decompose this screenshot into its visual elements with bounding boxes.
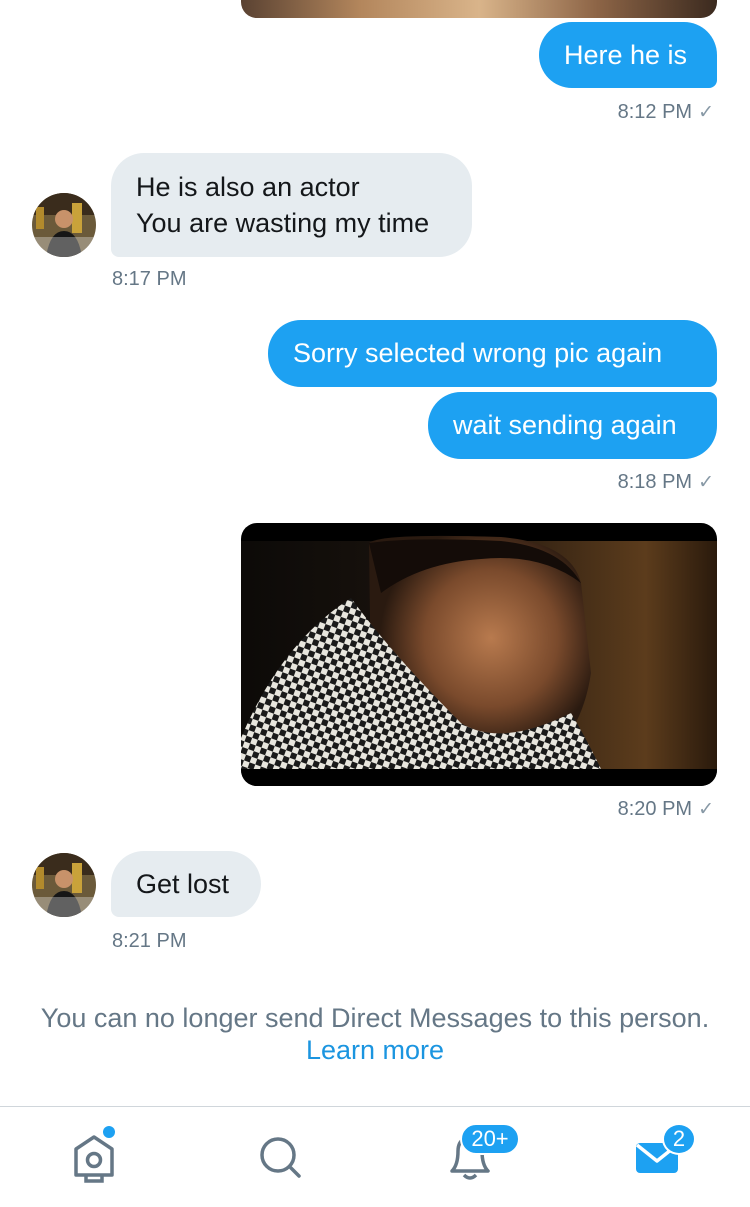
notifications-badge: 20+ (460, 1123, 520, 1155)
tab-home[interactable] (42, 1107, 142, 1207)
message-timestamp: 8:17 PM (112, 268, 187, 290)
message-text: Get lost (136, 869, 230, 899)
incoming-message-bubble[interactable]: He is also an actor You are wasting my t… (111, 153, 472, 257)
unread-dot (103, 1126, 115, 1138)
photo-message[interactable] (241, 523, 717, 786)
tab-search[interactable] (230, 1107, 330, 1207)
message-text: wait sending again (453, 410, 677, 440)
message-line: He is also an actor (136, 172, 360, 202)
sent-check-icon: ✓ (698, 799, 714, 820)
search-icon (260, 1137, 301, 1178)
outgoing-message-bubble[interactable]: Sorry selected wrong pic again (268, 320, 717, 387)
message-text: Here he is (564, 40, 688, 70)
previous-photo-message[interactable] (241, 0, 717, 18)
tab-notifications[interactable]: 20+ (418, 1107, 520, 1207)
home-icon (74, 1135, 114, 1183)
bottom-tab-bar: 20+ 2 (0, 1106, 750, 1207)
message-timestamp: 8:20 PM ✓ (617, 798, 714, 820)
incoming-message-bubble[interactable]: Get lost (111, 851, 261, 917)
avatar[interactable] (32, 193, 96, 257)
learn-more-link[interactable]: Learn more (0, 1034, 750, 1066)
message-timestamp: 8:21 PM (112, 930, 187, 952)
outgoing-message-bubble[interactable]: wait sending again (428, 392, 717, 459)
message-line: You are wasting my time (136, 208, 430, 238)
sent-check-icon: ✓ (698, 472, 714, 493)
tab-messages[interactable]: 2 (606, 1107, 706, 1207)
messages-badge: 2 (662, 1123, 696, 1155)
notice-text: You can no longer send Direct Messages t… (40, 1003, 710, 1033)
message-text: Sorry selected wrong pic again (293, 338, 663, 368)
outgoing-message-bubble[interactable]: Here he is (539, 22, 717, 88)
envelope-icon (635, 1143, 679, 1173)
message-timestamp: 8:18 PM ✓ (617, 471, 714, 493)
bell-icon (450, 1135, 490, 1180)
dm-restricted-notice: You can no longer send Direct Messages t… (0, 1002, 750, 1066)
message-timestamp: 8:12 PM ✓ (617, 101, 714, 123)
avatar[interactable] (32, 853, 96, 917)
sent-check-icon: ✓ (698, 102, 714, 123)
